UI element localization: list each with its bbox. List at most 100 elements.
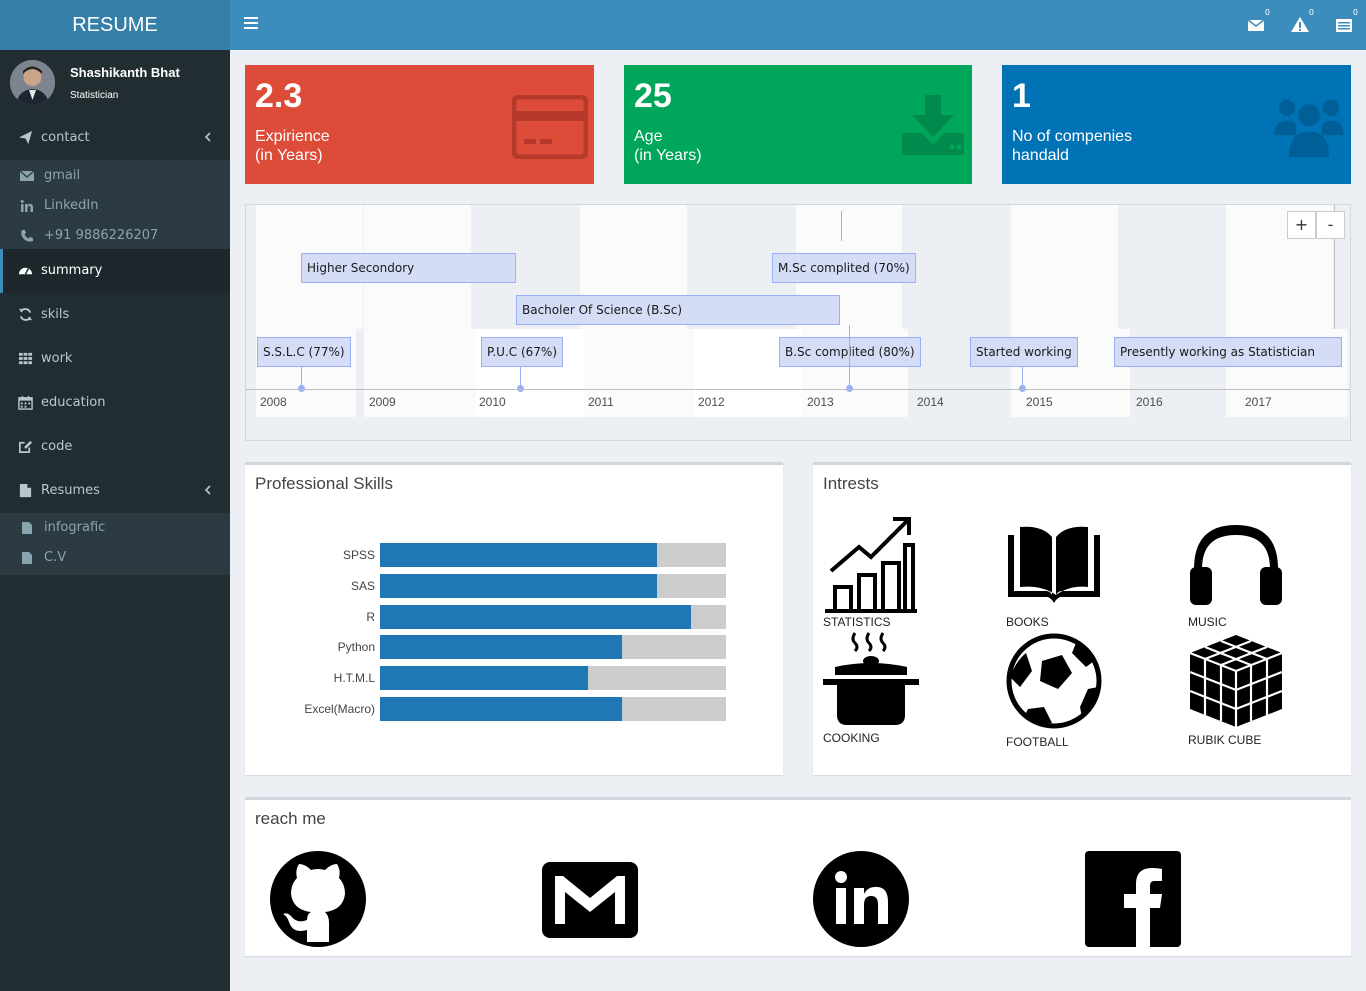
skill-bar-track	[380, 666, 726, 691]
zoom-out-button[interactable]: -	[1316, 211, 1345, 239]
user-role: Statistician	[70, 90, 119, 101]
notifications-badge: 0	[1308, 8, 1314, 17]
grid-icon	[18, 352, 33, 365]
cooking-pot-icon	[823, 632, 919, 725]
timeline-item-bsc[interactable]: Bacholer Of Science (B.Sc)	[516, 295, 840, 325]
file-icon	[19, 483, 32, 498]
age-value: 25	[634, 77, 672, 115]
sidebar-item-label: contact	[41, 130, 90, 145]
interests-box: Intrests STATISTICS BOOKS MUSIC COOKING …	[813, 462, 1351, 775]
education-timeline[interactable]: Higher Secondory M.Sc complited (70%) Ba…	[245, 204, 1351, 441]
timeline-item-puc[interactable]: P.U.C (67%)	[481, 337, 564, 367]
timeline-stem	[520, 367, 521, 387]
companies-label-line2: handald	[1012, 147, 1069, 164]
skill-bar	[380, 666, 588, 691]
timeline-axis	[246, 389, 1350, 390]
sidebar-subitem-label: +91 9886226207	[44, 228, 159, 243]
companies-label-line1: No of compenies	[1012, 128, 1133, 145]
dashboard-icon	[18, 267, 33, 275]
refresh-icon	[18, 308, 33, 321]
sidebar-item-summary[interactable]: summary	[0, 249, 230, 293]
file-icon	[22, 552, 32, 564]
companies-infobox: 1 No of compenies handald	[1002, 65, 1351, 184]
sidebar-subitem-label: gmail	[44, 168, 81, 183]
skill-bar-track	[380, 604, 726, 629]
timeline-year: 2015	[1026, 395, 1053, 409]
notifications-button[interactable]: 0	[1290, 8, 1314, 36]
skill-label: SPSS	[342, 548, 375, 562]
timeline-item-higher-secondary[interactable]: Higher Secondory	[301, 253, 516, 283]
sidebar-item-label: skils	[41, 307, 70, 322]
current-time-marker	[841, 211, 842, 241]
interest-label: RUBIK CUBE	[1188, 733, 1262, 747]
timeline-item-sslc[interactable]: S.S.L.C (77%)	[257, 337, 351, 367]
companies-value: 1	[1012, 77, 1031, 115]
timeline-year: 2013	[807, 395, 834, 409]
user-name: Shashikanth Bhat	[70, 65, 180, 80]
skill-bar	[380, 604, 692, 629]
timeline-year: 2010	[479, 395, 506, 409]
sidebar-item-label: summary	[41, 263, 103, 278]
zoom-in-button[interactable]: +	[1287, 211, 1316, 239]
sidebar-subitem-gmail[interactable]: gmail	[0, 161, 230, 191]
timeline-year: 2012	[698, 395, 725, 409]
sidebar-subitem-cv[interactable]: C.V	[0, 543, 230, 573]
sidebar-item-label: work	[41, 351, 73, 366]
experience-value: 2.3	[255, 77, 303, 115]
timeline-stem	[301, 367, 302, 387]
app-logo[interactable]: RESUME	[0, 0, 230, 50]
sidebar-item-label: education	[41, 395, 106, 410]
interest-rubik-cube: RUBIK CUBE	[1188, 633, 1308, 747]
football-icon	[1006, 633, 1102, 729]
linkedin-icon[interactable]	[812, 850, 910, 948]
sidebar-item-skills[interactable]: skils	[0, 293, 230, 337]
skill-bar	[380, 697, 623, 721]
download-icon	[902, 95, 964, 155]
timeline-year: 2011	[588, 395, 614, 409]
timeline-item-presently-working[interactable]: Presently working as Statistician	[1114, 337, 1342, 367]
timeline-year: 2014	[917, 395, 944, 409]
sidebar-item-resumes[interactable]: Resumes	[0, 469, 230, 513]
timeline-year: 2009	[369, 395, 396, 409]
top-navbar: 0 0 0	[230, 0, 1366, 50]
sidebar-item-contact[interactable]: contact	[0, 116, 230, 160]
sidebar-subitem-linkedin[interactable]: LinkedIn	[0, 191, 230, 221]
skill-bar-track	[380, 697, 726, 721]
sidebar-item-label: Resumes	[41, 483, 100, 498]
warning-icon	[1291, 17, 1309, 32]
interest-music: MUSIC	[1188, 523, 1308, 629]
age-label-line2: (in Years)	[634, 147, 702, 164]
phone-icon	[21, 230, 33, 242]
sidebar-item-code[interactable]: code	[0, 425, 230, 469]
sidebar-toggle-icon[interactable]	[244, 17, 258, 33]
timeline-canvas[interactable]: Higher Secondory M.Sc complited (70%) Ba…	[246, 205, 1350, 440]
sidebar-item-education[interactable]: education	[0, 381, 230, 425]
github-icon[interactable]	[269, 850, 367, 948]
users-icon	[1274, 99, 1344, 158]
interest-label: STATISTICS	[823, 615, 891, 629]
envelope-icon	[20, 170, 34, 181]
timeline-item-msc[interactable]: M.Sc complited (70%)	[772, 253, 916, 283]
user-panel: Shashikanth Bhat Statistician	[0, 50, 230, 116]
gmail-icon[interactable]	[541, 850, 639, 948]
timeline-item-started-working[interactable]: Started working	[970, 337, 1078, 367]
sidebar-subitem-label: C.V	[44, 550, 67, 565]
tasks-button[interactable]: 0	[1334, 8, 1358, 36]
sidebar-subitem-phone[interactable]: +91 9886226207	[0, 221, 230, 251]
sidebar-subitem-infografic[interactable]: infografic	[0, 513, 230, 543]
sidebar-item-label: code	[41, 439, 73, 454]
age-infobox: 25 Age (in Years)	[624, 65, 972, 184]
messages-button[interactable]: 0	[1246, 8, 1270, 36]
experience-label-line2: (in Years)	[255, 147, 323, 164]
skill-label: R	[366, 609, 375, 624]
timeline-stem	[849, 325, 850, 387]
experience-label-line1: Expirience	[255, 128, 330, 145]
sidebar-item-work[interactable]: work	[0, 337, 230, 381]
messages-badge: 0	[1264, 8, 1270, 17]
timeline-year: 2008	[260, 395, 287, 409]
interest-label: MUSIC	[1188, 615, 1227, 629]
companies-label: No of compenies handald	[1012, 127, 1132, 165]
skill-bar-track	[380, 543, 726, 567]
chevron-left-icon	[204, 132, 211, 142]
facebook-icon[interactable]	[1084, 850, 1182, 948]
